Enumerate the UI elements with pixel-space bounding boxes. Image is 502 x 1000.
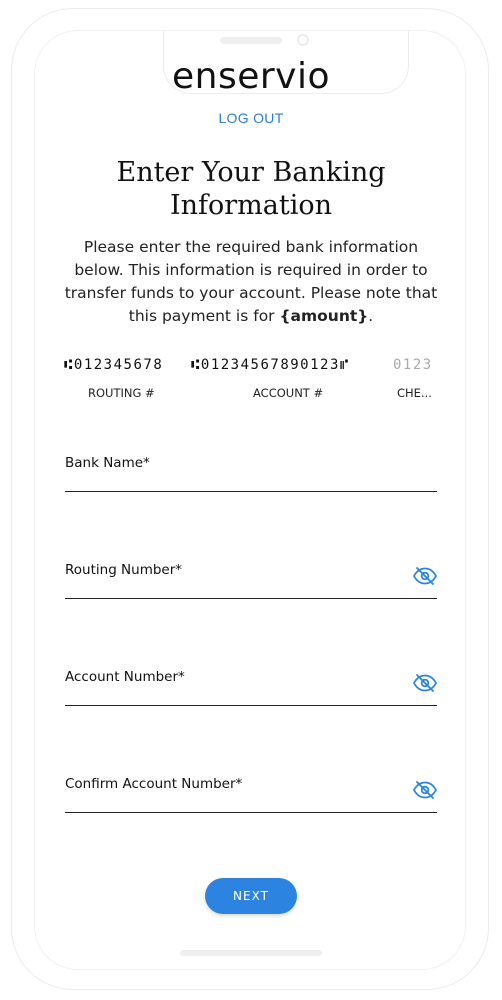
bank-name-label: Bank Name* <box>65 455 150 471</box>
routing-number-input[interactable] <box>65 582 395 596</box>
routing-digits: ⑆012345678 <box>64 357 164 373</box>
check-label: CHE... <box>397 386 431 400</box>
account-label: ACCOUNT # <box>253 386 324 400</box>
intro-amount: {amount} <box>279 307 369 325</box>
intro-body: Please enter the required bank informati… <box>64 238 438 325</box>
bank-name-input[interactable] <box>65 475 395 489</box>
next-button[interactable]: NEXT <box>205 878 297 914</box>
phone-camera <box>297 34 309 46</box>
routing-number-field[interactable]: Routing Number* <box>65 562 437 599</box>
page-title: Enter Your Banking Information <box>116 157 386 221</box>
home-indicator <box>180 950 322 956</box>
routing-label: ROUTING # <box>88 386 155 400</box>
confirm-account-field[interactable]: Confirm Account Number* <box>65 776 437 813</box>
eye-slash-icon[interactable] <box>413 780 437 800</box>
account-number-input[interactable] <box>65 689 395 703</box>
phone-speaker <box>220 37 282 44</box>
confirm-account-input[interactable] <box>65 796 395 810</box>
intro-end: . <box>368 307 374 325</box>
intro-text: Please enter the required bank informati… <box>60 236 442 328</box>
eye-slash-icon[interactable] <box>413 673 437 693</box>
logout-link[interactable]: LOG OUT <box>0 110 502 126</box>
check-digits: 0123 <box>393 357 433 373</box>
brand-logo: enservio <box>171 56 330 97</box>
confirm-account-label: Confirm Account Number* <box>65 776 243 792</box>
eye-slash-icon[interactable] <box>413 566 437 586</box>
account-number-field[interactable]: Account Number* <box>65 669 437 706</box>
routing-number-label: Routing Number* <box>65 562 183 578</box>
bank-name-field[interactable]: Bank Name* <box>65 455 437 492</box>
account-number-label: Account Number* <box>65 669 185 685</box>
account-digits: ⑆01234567890123⑈ <box>191 357 350 373</box>
